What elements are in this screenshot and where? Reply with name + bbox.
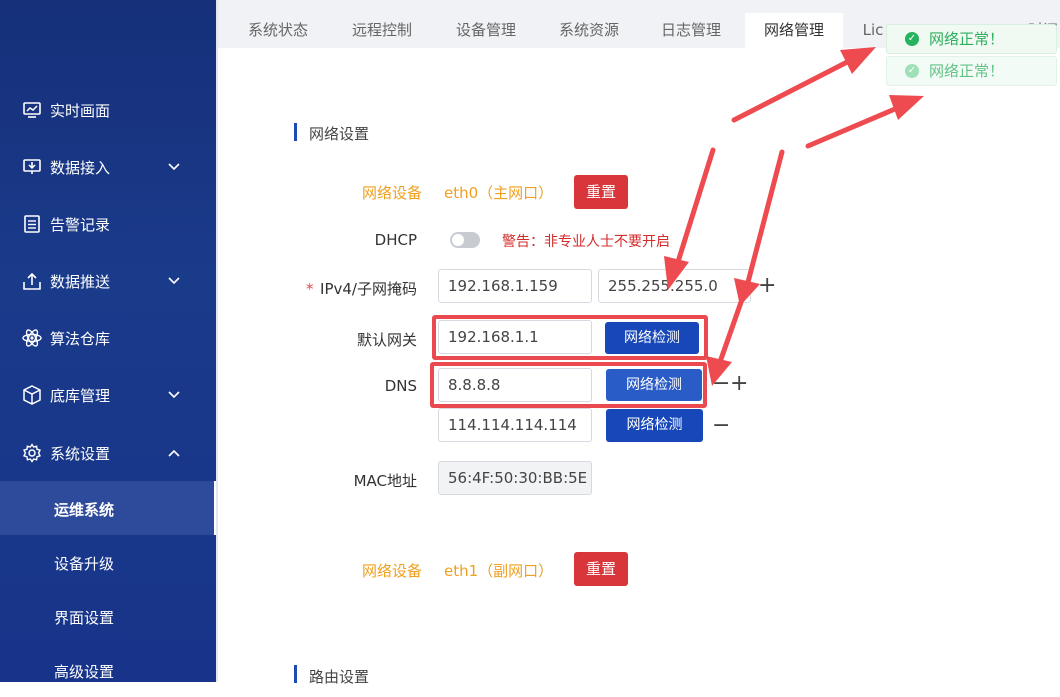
arrow-to-toast-2	[805, 103, 905, 149]
arrow-to-dns-check	[717, 285, 749, 365]
annotation-arrows	[664, 47, 924, 386]
arrow-down-long	[744, 149, 785, 289]
arrow-to-gateway-check	[674, 147, 716, 268]
arrow-to-toast-1	[731, 55, 858, 123]
